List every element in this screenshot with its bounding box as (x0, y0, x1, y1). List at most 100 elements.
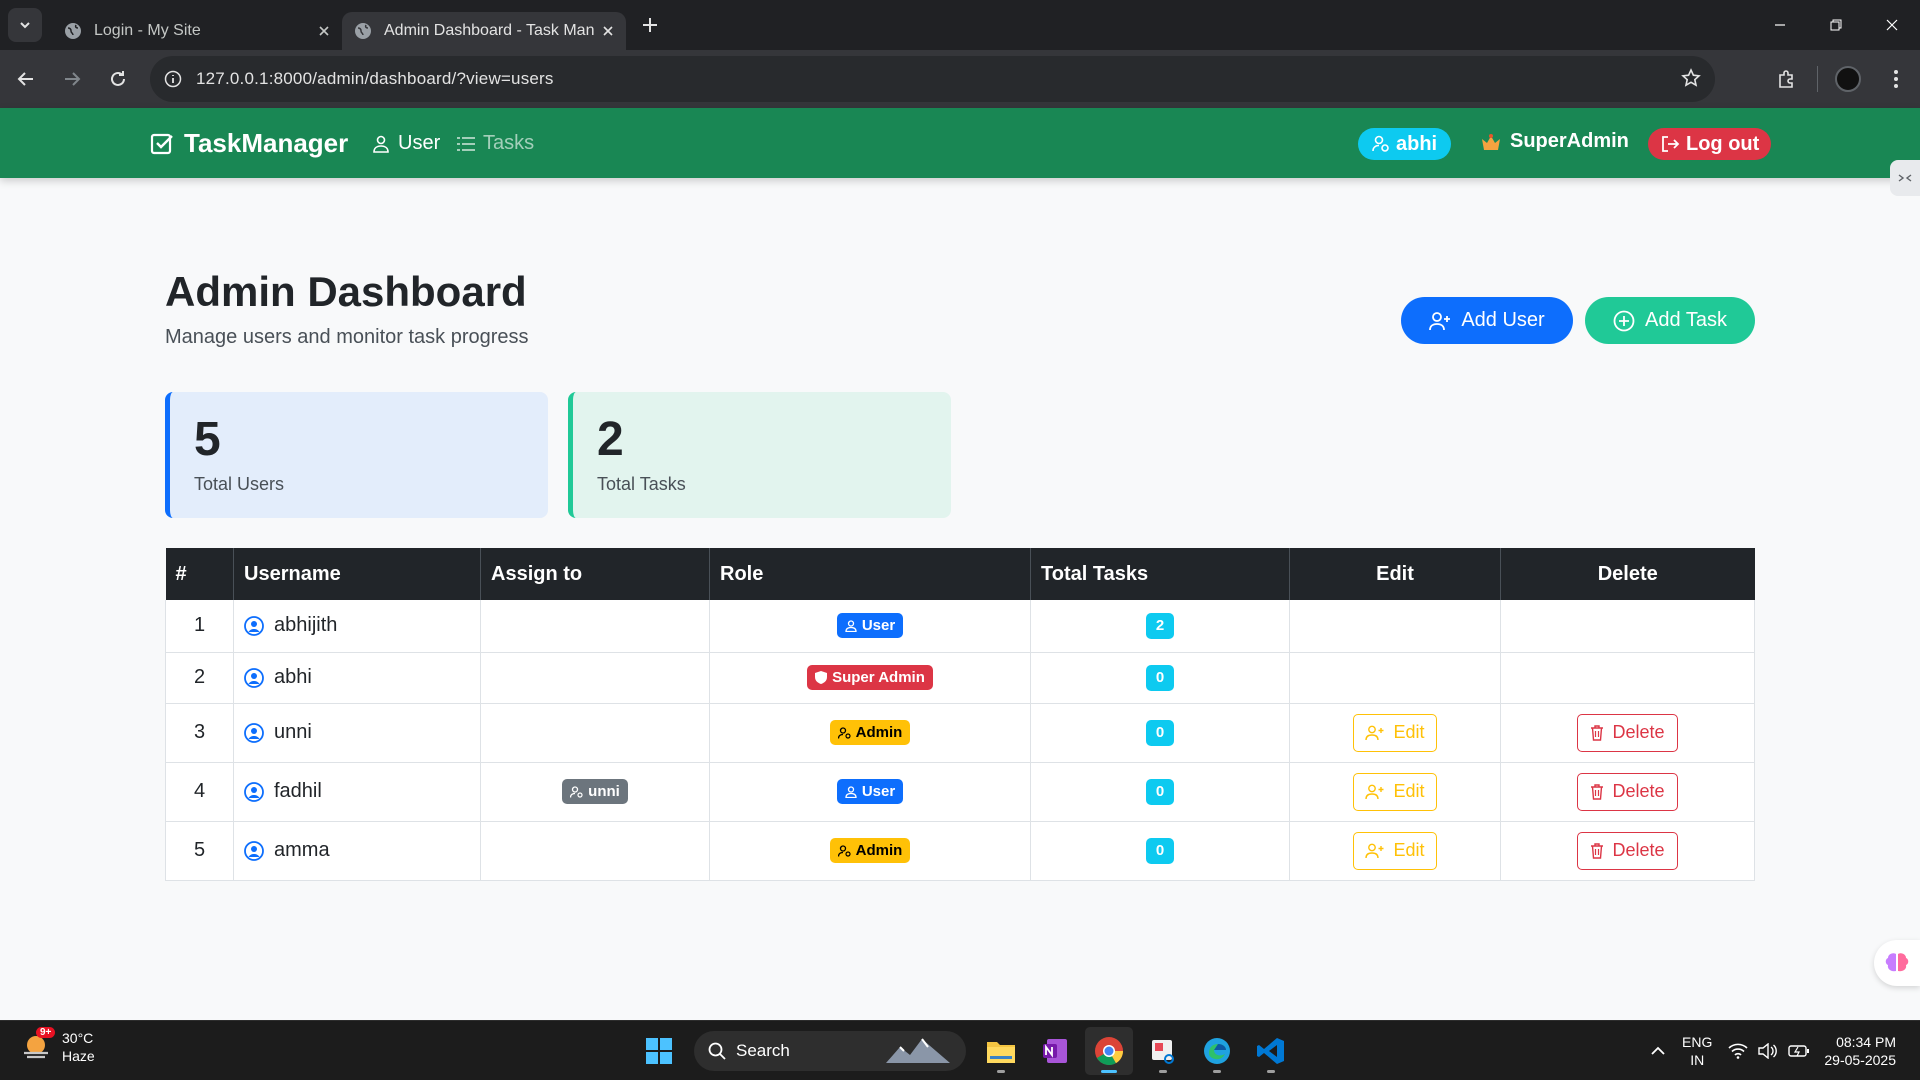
delete-button[interactable]: Delete (1577, 772, 1678, 811)
clock[interactable]: 08:34 PM 29-05-2025 (1824, 1033, 1896, 1069)
close-icon[interactable] (318, 25, 330, 37)
battery-icon[interactable] (1788, 1044, 1810, 1058)
running-indicator (1101, 1070, 1117, 1073)
person-icon (845, 620, 857, 632)
folder-icon (987, 1042, 1015, 1063)
username-cell: fadhil (233, 762, 481, 821)
assigned-admin-badge: unni (562, 779, 628, 804)
delete-button[interactable]: Delete (1577, 713, 1678, 752)
assign-cell (480, 821, 710, 880)
close-icon[interactable] (602, 25, 614, 37)
globe-icon (65, 23, 81, 39)
onenote-app[interactable] (1031, 1027, 1079, 1075)
add-user-button[interactable]: Add User (1401, 297, 1573, 344)
column-header-edit: Edit (1289, 548, 1501, 600)
tasks-cell: 0 (1030, 652, 1290, 703)
current-user-badge[interactable]: abhi (1358, 128, 1452, 160)
role-text: User (861, 617, 896, 635)
system-tray: ENG IN 08:34 PM 29-05-2025 (1650, 1021, 1920, 1080)
username-text: abhi (274, 666, 312, 688)
browser-tab-strip: Login - My Site Admin Dashboard - Task M… (0, 0, 1920, 50)
wifi-icon[interactable] (1728, 1043, 1748, 1059)
brand-link[interactable]: TaskManager (150, 128, 348, 159)
person-circle-icon (244, 615, 264, 636)
trash-icon (1591, 842, 1604, 859)
username-text: fadhil (274, 780, 322, 802)
row-number: 1 (165, 600, 234, 652)
snipping-tool-app[interactable] (1139, 1027, 1187, 1075)
running-indicator (997, 1070, 1005, 1073)
os-taskbar: 9+ 30°C Haze Search ENG IN 08:34 PM 29-0… (0, 1020, 1920, 1080)
task-count-badge: 0 (1146, 719, 1174, 746)
delete-cell (1500, 600, 1755, 652)
tab-search-button[interactable] (8, 8, 42, 42)
start-button[interactable] (635, 1027, 683, 1075)
profile-button[interactable] (1824, 66, 1872, 92)
edit-label: Edit (1393, 781, 1425, 801)
page-subtitle: Manage users and monitor task progress (165, 326, 529, 348)
browser-menu-button[interactable] (1872, 69, 1920, 89)
app-navbar: TaskManager User Tasks abhi SuperAdmin L… (0, 108, 1920, 178)
back-button[interactable] (6, 59, 46, 99)
stat-card-total-users: 5 Total Users (165, 392, 548, 518)
globe-icon (355, 23, 371, 39)
minimize-button[interactable] (1752, 0, 1808, 50)
language-code: ENG (1682, 1034, 1713, 1050)
delete-button[interactable]: Delete (1577, 831, 1678, 870)
avatar (1835, 66, 1861, 92)
column-header-username: Username (233, 548, 481, 600)
browser-tab-admin-dashboard[interactable]: Admin Dashboard - Task Manag (342, 12, 626, 50)
chevron-up-icon[interactable] (1650, 1046, 1666, 1056)
browser-tab-login[interactable]: Login - My Site (52, 12, 342, 50)
person-plus-icon (1365, 784, 1384, 799)
weather-widget[interactable]: 9+ 30°C Haze (20, 1027, 95, 1065)
nav-link-label: Tasks (483, 132, 535, 154)
chrome-app[interactable] (1085, 1027, 1133, 1075)
bookmark-star-icon[interactable] (1681, 68, 1701, 88)
taskbar-search[interactable]: Search (694, 1031, 966, 1071)
weather-badge: 9+ (36, 1027, 56, 1038)
role-indicator: SuperAdmin (1480, 130, 1629, 153)
role-badge: User (836, 613, 904, 639)
trash-icon (1591, 783, 1604, 800)
edge-app[interactable] (1193, 1027, 1241, 1075)
running-indicator (1213, 1070, 1221, 1073)
minimize-icon (1775, 24, 1785, 26)
side-panel-toggle[interactable] (1890, 160, 1920, 196)
running-indicator (1267, 1070, 1275, 1073)
extensions-button[interactable] (1763, 69, 1811, 89)
edit-button[interactable]: Edit (1353, 772, 1437, 811)
new-tab-plus-icon[interactable] (642, 17, 658, 33)
brand-text: TaskManager (184, 128, 349, 158)
tab-title: Admin Dashboard - Task Manag (384, 22, 594, 39)
nav-link-tasks[interactable]: Tasks (457, 132, 534, 155)
role-cell: Admin (709, 821, 1031, 880)
file-explorer-app[interactable] (977, 1027, 1025, 1075)
assigned-admin-text: unni (588, 783, 620, 800)
site-info-icon[interactable] (164, 70, 182, 88)
restore-button[interactable] (1808, 0, 1864, 50)
close-window-button[interactable] (1864, 0, 1920, 50)
page-title: Admin Dashboard (165, 268, 527, 315)
weather-desc: Haze (62, 1048, 95, 1064)
logout-button[interactable]: Log out (1648, 128, 1772, 160)
edit-button[interactable]: Edit (1353, 713, 1437, 752)
forward-button[interactable] (52, 59, 92, 99)
reload-button[interactable] (98, 59, 138, 99)
address-bar[interactable]: 127.0.0.1:8000/admin/dashboard/?view=use… (150, 56, 1715, 102)
column-header-delete: Delete (1597, 562, 1658, 585)
assistant-floating-button[interactable] (1874, 940, 1920, 986)
tasks-cell: 0 (1030, 821, 1290, 880)
volume-icon[interactable] (1758, 1043, 1778, 1059)
edit-button[interactable]: Edit (1353, 831, 1437, 870)
collapse-icon (1898, 174, 1912, 182)
column-header-assign-to: Assign to (480, 548, 710, 600)
person-plus-icon (1365, 843, 1384, 858)
person-gear-icon (837, 726, 851, 739)
nav-link-user[interactable]: User (372, 132, 440, 155)
language-indicator[interactable]: ENG IN (1682, 1033, 1712, 1069)
vscode-app[interactable] (1247, 1027, 1295, 1075)
username-text: abhijith (274, 614, 338, 637)
add-task-button[interactable]: Add Task (1585, 297, 1755, 344)
delete-label: Delete (1612, 722, 1665, 742)
